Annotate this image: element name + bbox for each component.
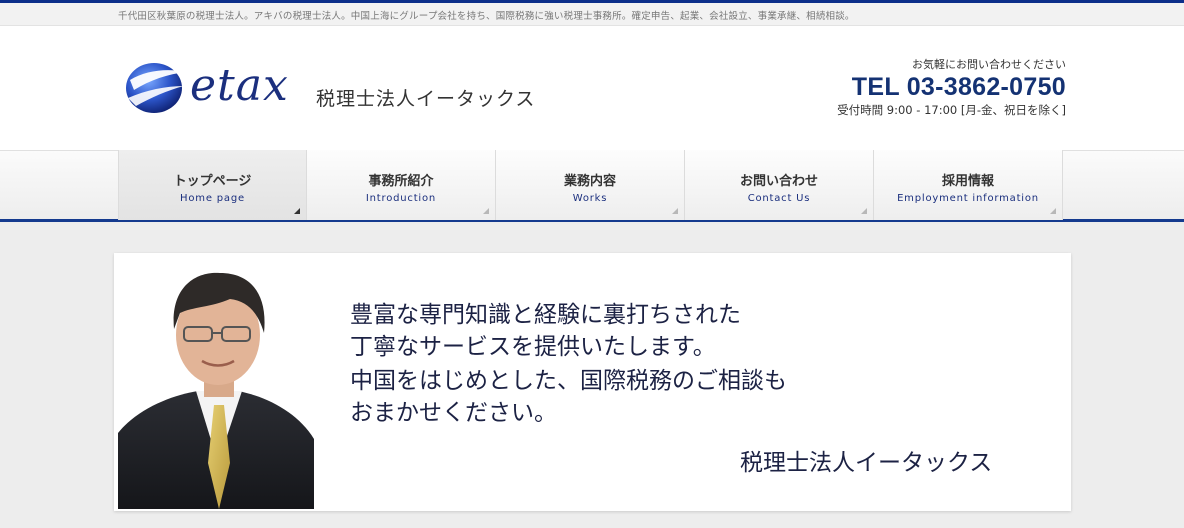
site-tagline: 千代田区秋葉原の税理士法人。アキバの税理士法人。中国上海にグループ会社を持ち、国… <box>118 11 855 22</box>
hero-message-line: 中国をはじめとした、国際税務のご相談も <box>350 368 787 394</box>
representative-portrait <box>118 272 314 509</box>
nav-item-introduction[interactable]: 事務所紹介 Introduction <box>307 150 496 220</box>
hero-signature: 税理士法人イータックス <box>740 450 993 476</box>
nav-item-home[interactable]: トップページ Home page <box>118 150 307 220</box>
nav-item-contact[interactable]: お問い合わせ Contact Us <box>685 150 874 220</box>
nav-item-label: 採用情報 <box>941 174 994 189</box>
logo-wordmark: etax <box>190 60 289 111</box>
nav-item-sublabel: Introduction <box>365 193 437 204</box>
nav-item-label: 事務所紹介 <box>368 174 434 189</box>
hero-message-line: おまかせください。 <box>350 400 557 426</box>
nav-item-employment[interactable]: 採用情報 Employment information <box>874 150 1063 220</box>
logo-swirl-icon <box>126 63 186 113</box>
corner-triangle-icon <box>861 208 867 214</box>
hero-message-line: 豊富な専門知識と経験に裏打ちされた <box>350 302 741 328</box>
site-header: etax 税理士法人イータックス お気軽にお問い合わせください TEL 03-3… <box>0 26 1184 150</box>
main-nav: トップページ Home page 事務所紹介 Introduction 業務内容… <box>118 150 1063 220</box>
nav-item-sublabel: Works <box>572 193 608 204</box>
logo-company-name: 税理士法人イータックス <box>316 88 536 110</box>
corner-triangle-icon <box>294 208 300 214</box>
contact-block: お気軽にお問い合わせください TEL 03-3862-0750 受付時間 9:0… <box>837 56 1066 118</box>
nav-item-label: 業務内容 <box>563 174 616 189</box>
hero-banner: 豊富な専門知識と経験に裏打ちされた 丁寧なサービスを提供いたします。 中国をはじ… <box>114 253 1071 511</box>
nav-item-sublabel: Contact Us <box>747 193 811 204</box>
nav-item-sublabel: Employment information <box>897 193 1039 204</box>
phone-number[interactable]: TEL 03-3862-0750 <box>837 72 1066 102</box>
nav-item-works[interactable]: 業務内容 Works <box>496 150 685 220</box>
nav-item-label: トップページ <box>173 174 252 189</box>
corner-triangle-icon <box>672 208 678 214</box>
corner-triangle-icon <box>483 208 489 214</box>
corner-triangle-icon <box>1050 208 1056 214</box>
business-hours: 受付時間 9:00 - 17:00 [月-金、祝日を除く] <box>837 103 1066 117</box>
hero-message-line: 丁寧なサービスを提供いたします。 <box>350 334 716 360</box>
contact-note: お気軽にお問い合わせください <box>912 58 1066 71</box>
nav-item-label: お問い合わせ <box>739 174 818 189</box>
site-logo[interactable]: etax 税理士法人イータックス <box>124 60 564 120</box>
nav-item-sublabel: Home page <box>180 193 245 204</box>
hero-message: 豊富な専門知識と経験に裏打ちされた 丁寧なサービスを提供いたします。 中国をはじ… <box>350 299 787 429</box>
